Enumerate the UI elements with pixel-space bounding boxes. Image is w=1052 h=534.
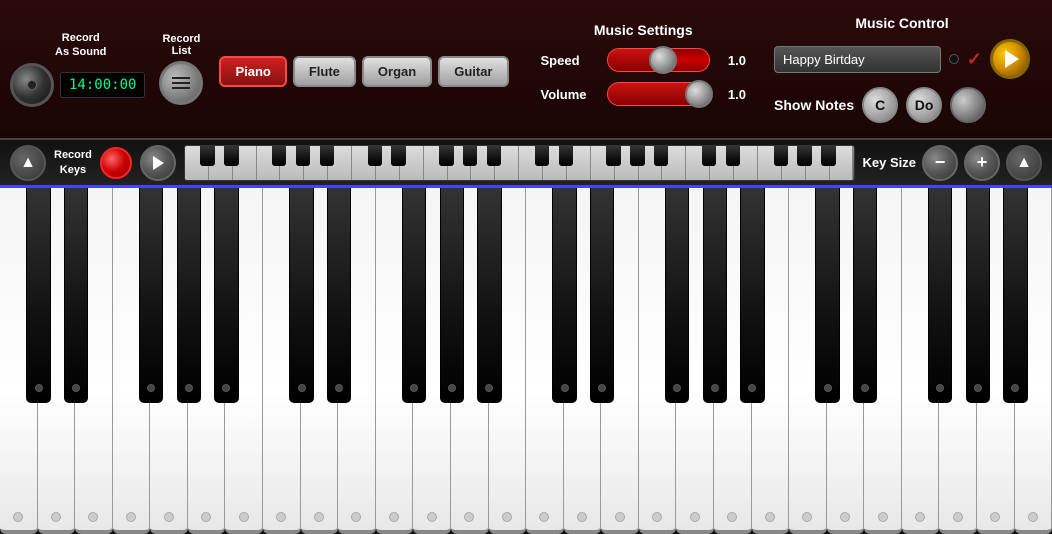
music-control-title: Music Control: [774, 15, 1030, 31]
dot-indicator: [949, 54, 959, 64]
key-size-increase[interactable]: +: [964, 145, 1000, 181]
mini-piano-roll[interactable]: [184, 145, 855, 181]
record-as-sound-label: Record As Sound: [55, 31, 106, 60]
black-key[interactable]: [590, 188, 614, 403]
key-scroll-up[interactable]: ▲: [1006, 145, 1042, 181]
show-notes-label: Show Notes: [774, 97, 854, 113]
music-settings: Music Settings Speed 1.0 Volume 1.0: [525, 14, 763, 124]
volume-label: Volume: [541, 87, 601, 102]
note-do-button[interactable]: Do: [906, 87, 942, 123]
record-list-section: Record List: [159, 33, 203, 105]
black-key[interactable]: [440, 188, 464, 403]
black-key[interactable]: [1003, 188, 1027, 403]
speed-value: 1.0: [716, 53, 746, 68]
record-button[interactable]: [100, 147, 132, 179]
list-icon: [172, 77, 190, 89]
black-key[interactable]: [853, 188, 877, 403]
black-key[interactable]: [477, 188, 501, 403]
black-key[interactable]: [966, 188, 990, 403]
key-size-decrease[interactable]: −: [922, 145, 958, 181]
speed-slider[interactable]: [607, 48, 711, 72]
song-row: Happy Birtday ✓: [774, 39, 1030, 79]
instrument-guitar[interactable]: Guitar: [438, 56, 508, 87]
play-button-large[interactable]: [990, 39, 1030, 79]
play-small-icon: [153, 156, 164, 170]
play-triangle-icon: [1005, 50, 1019, 68]
checkmark-icon: ✓: [967, 49, 982, 70]
instrument-piano[interactable]: Piano: [219, 56, 286, 87]
instrument-flute[interactable]: Flute: [293, 56, 356, 87]
record-as-sound-row: Record As Sound 14:00:00: [10, 31, 151, 108]
record-keys-label: RecordKeys: [54, 148, 92, 177]
black-key[interactable]: [552, 188, 576, 403]
volume-row: Volume 1.0: [541, 82, 747, 106]
time-display: 14:00:00: [60, 72, 145, 98]
record-list-label: Record List: [162, 33, 200, 57]
black-key[interactable]: [815, 188, 839, 403]
black-key[interactable]: [402, 188, 426, 403]
play-button-small[interactable]: [140, 145, 176, 181]
record-knob[interactable]: [10, 63, 54, 107]
music-control: Music Control Happy Birtday ✓ Show Notes…: [762, 7, 1042, 131]
speed-label: Speed: [541, 53, 601, 68]
black-key[interactable]: [64, 188, 88, 403]
key-size-section: Key Size − + ▲: [863, 145, 1042, 181]
volume-thumb[interactable]: [685, 80, 713, 108]
black-key[interactable]: [665, 188, 689, 403]
instrument-buttons: Piano Flute Organ Guitar: [219, 56, 508, 87]
record-as-sound-section: Record As Sound 14:00:00: [10, 31, 151, 108]
speed-thumb[interactable]: [649, 46, 677, 74]
piano-wrapper: [0, 188, 1052, 534]
song-select[interactable]: Happy Birtday: [774, 46, 941, 73]
black-key[interactable]: [703, 188, 727, 403]
volume-value: 1.0: [716, 87, 746, 102]
black-key[interactable]: [289, 188, 313, 403]
instrument-organ[interactable]: Organ: [362, 56, 432, 87]
playback-bar: ▲ RecordKeys Key Size − + ▲: [0, 140, 1052, 188]
black-key[interactable]: [26, 188, 50, 403]
music-settings-title: Music Settings: [594, 22, 693, 38]
note-c-button[interactable]: C: [862, 87, 898, 123]
volume-slider[interactable]: [607, 82, 711, 106]
black-key[interactable]: [928, 188, 952, 403]
show-notes-knob[interactable]: [950, 87, 986, 123]
knob-inner: [27, 80, 37, 90]
black-key[interactable]: [139, 188, 163, 403]
record-list-button[interactable]: [159, 61, 203, 105]
black-key[interactable]: [177, 188, 201, 403]
black-key[interactable]: [214, 188, 238, 403]
top-bar: Record As Sound 14:00:00 Record List: [0, 0, 1052, 140]
scroll-up-button[interactable]: ▲: [10, 145, 46, 181]
key-size-label: Key Size: [863, 155, 916, 170]
piano-container: [0, 188, 1052, 534]
speed-row: Speed 1.0: [541, 48, 747, 72]
show-notes-row: Show Notes C Do: [774, 87, 1030, 123]
black-key[interactable]: [327, 188, 351, 403]
black-key[interactable]: [740, 188, 764, 403]
